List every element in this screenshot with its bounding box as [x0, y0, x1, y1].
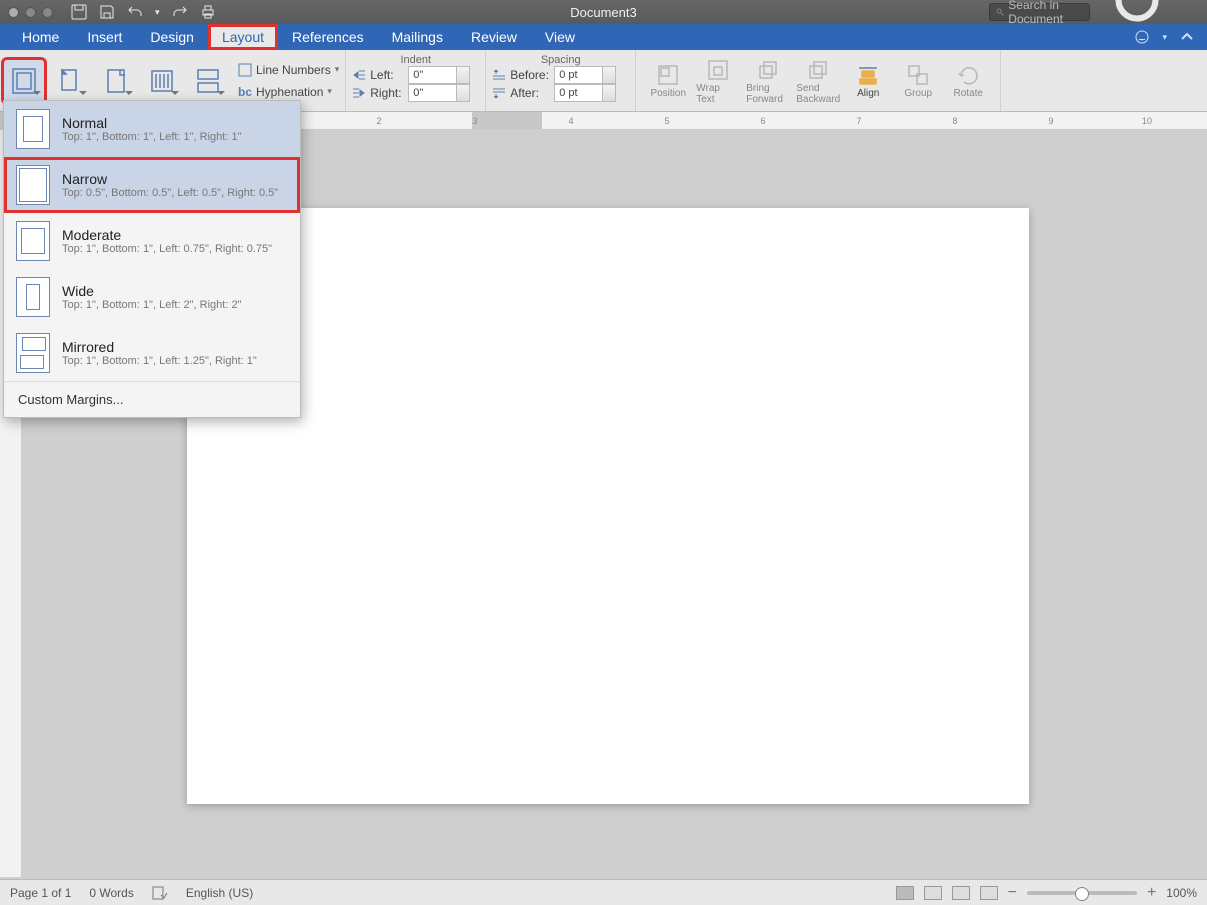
spacing-after-icon [492, 86, 506, 100]
margins-custom-button[interactable]: Custom Margins... [4, 381, 300, 417]
spacing-before-input[interactable]: 0 pt [554, 66, 616, 84]
margins-wide-title: Wide [62, 283, 242, 299]
rotate-button[interactable]: Rotate [944, 62, 992, 99]
page[interactable] [187, 208, 1029, 804]
document-title: Document3 [570, 5, 636, 20]
tab-references[interactable]: References [278, 24, 378, 50]
margins-moderate-desc: Top: 1", Bottom: 1", Left: 0.75", Right:… [62, 243, 272, 255]
minimize-window-icon[interactable] [25, 7, 36, 18]
margins-option-normal[interactable]: Normal Top: 1", Bottom: 1", Left: 1", Ri… [4, 101, 300, 157]
breaks-button[interactable] [188, 60, 228, 102]
indent-right-icon [352, 86, 366, 100]
hyphenation-label: Hyphenation [256, 85, 323, 99]
view-print-layout-icon[interactable] [896, 886, 914, 900]
margins-mirrored-title: Mirrored [62, 339, 257, 355]
status-words[interactable]: 0 Words [89, 886, 133, 900]
margins-normal-icon [16, 109, 50, 149]
hyphenation-button[interactable]: bc Hyphenation ▾ [238, 83, 339, 101]
window-controls [8, 7, 53, 18]
margins-option-moderate[interactable]: Moderate Top: 1", Bottom: 1", Left: 0.75… [4, 213, 300, 269]
spacing-before-label: Before: [510, 68, 550, 82]
titlebar: ▾ Document3 Search in Document [0, 0, 1207, 24]
zoom-out-button[interactable]: − [1008, 884, 1017, 902]
indent-right-label: Right: [370, 86, 404, 100]
line-numbers-label: Line Numbers [256, 63, 331, 77]
columns-button[interactable] [142, 60, 182, 102]
view-outline-icon[interactable] [952, 886, 970, 900]
margins-normal-desc: Top: 1", Bottom: 1", Left: 1", Right: 1" [62, 131, 242, 143]
margins-narrow-desc: Top: 0.5", Bottom: 0.5", Left: 0.5", Rig… [62, 187, 278, 199]
send-backward-button[interactable]: Send Backward [794, 57, 842, 105]
save-icon[interactable] [99, 4, 115, 20]
align-button[interactable]: Align [844, 62, 892, 99]
indent-left-label: Left: [370, 68, 404, 82]
margins-mirrored-desc: Top: 1", Bottom: 1", Left: 1.25", Right:… [62, 355, 257, 367]
margins-moderate-icon [16, 221, 50, 261]
tab-review[interactable]: Review [457, 24, 531, 50]
size-button[interactable] [96, 60, 136, 102]
undo-icon[interactable] [127, 4, 143, 20]
status-bar: Page 1 of 1 0 Words English (US) − + 100… [0, 879, 1207, 905]
maximize-window-icon[interactable] [42, 7, 53, 18]
undo-dropdown-icon[interactable]: ▾ [155, 7, 160, 18]
tab-home[interactable]: Home [8, 24, 73, 50]
zoom-slider[interactable] [1027, 891, 1137, 895]
spacing-section-label: Spacing [492, 54, 629, 66]
redo-icon[interactable] [172, 4, 188, 20]
view-draft-icon[interactable] [980, 886, 998, 900]
margins-option-narrow[interactable]: Narrow Top: 0.5", Bottom: 0.5", Left: 0.… [4, 157, 300, 213]
spacing-after-input[interactable]: 0 pt [554, 84, 616, 102]
indent-left-input[interactable]: 0" [408, 66, 470, 84]
margins-option-wide[interactable]: Wide Top: 1", Bottom: 1", Left: 2", Righ… [4, 269, 300, 325]
autosave-icon[interactable] [71, 4, 87, 20]
margins-wide-icon [16, 277, 50, 317]
status-language[interactable]: English (US) [186, 886, 253, 900]
quick-access-toolbar: ▾ [71, 4, 216, 20]
margins-moderate-title: Moderate [62, 227, 272, 243]
tab-layout[interactable]: Layout [208, 24, 278, 50]
spacing-before-icon [492, 68, 506, 82]
status-page[interactable]: Page 1 of 1 [10, 886, 71, 900]
tab-view[interactable]: View [531, 24, 589, 50]
zoom-level[interactable]: 100% [1166, 886, 1197, 900]
close-window-icon[interactable] [8, 7, 19, 18]
indent-right-input[interactable]: 0" [408, 84, 470, 102]
tab-design[interactable]: Design [136, 24, 208, 50]
margins-option-mirrored[interactable]: Mirrored Top: 1", Bottom: 1", Left: 1.25… [4, 325, 300, 381]
margins-dropdown: Normal Top: 1", Bottom: 1", Left: 1", Ri… [3, 100, 301, 418]
spacing-after-label: After: [510, 86, 550, 100]
margins-button[interactable] [4, 60, 44, 102]
wrap-text-button[interactable]: Wrap Text [694, 57, 742, 105]
tab-insert[interactable]: Insert [73, 24, 136, 50]
indent-left-icon [352, 68, 366, 82]
search-icon [996, 6, 1004, 18]
view-focus-icon[interactable] [924, 886, 942, 900]
margins-normal-title: Normal [62, 115, 242, 131]
margins-narrow-title: Narrow [62, 171, 278, 187]
print-icon[interactable] [200, 4, 216, 20]
search-placeholder: Search in Document [1008, 0, 1083, 26]
indent-section-label: Indent [352, 54, 479, 66]
line-numbers-button[interactable]: Line Numbers ▾ [238, 61, 339, 79]
margins-mirrored-icon [16, 333, 50, 373]
position-button[interactable]: Position [644, 62, 692, 99]
search-input[interactable]: Search in Document [989, 3, 1090, 21]
zoom-in-button[interactable]: + [1147, 884, 1156, 902]
bring-forward-button[interactable]: Bring Forward [744, 57, 792, 105]
margins-narrow-icon [16, 165, 50, 205]
tab-mailings[interactable]: Mailings [378, 24, 457, 50]
margins-wide-desc: Top: 1", Bottom: 1", Left: 2", Right: 2" [62, 299, 242, 311]
group-button[interactable]: Group [894, 62, 942, 99]
spellcheck-icon[interactable] [152, 886, 168, 900]
orientation-button[interactable] [50, 60, 90, 102]
